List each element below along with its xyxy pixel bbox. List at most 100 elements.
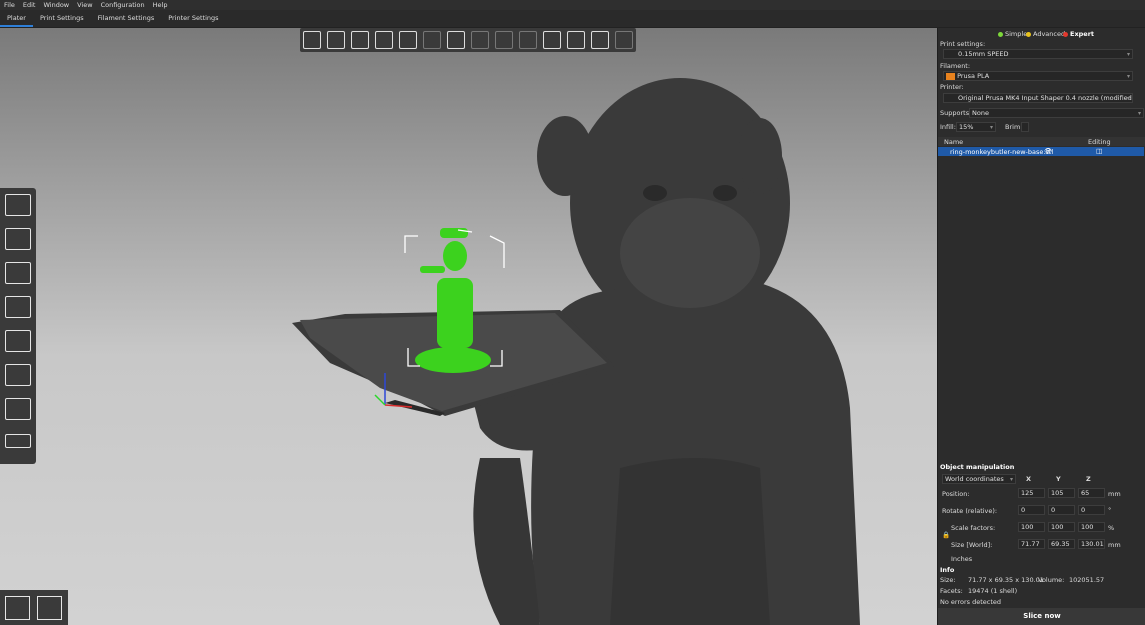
rotate-unit: ° <box>1108 506 1112 514</box>
mode-advanced[interactable]: Advanced <box>1026 30 1065 38</box>
lock-icon[interactable]: 🔒 <box>942 531 950 539</box>
rotate-icon[interactable] <box>5 262 31 284</box>
add-instance-icon[interactable] <box>447 31 465 49</box>
left-gizmo-toolbar <box>0 188 36 464</box>
menu-view[interactable]: View <box>73 1 96 9</box>
supports-select[interactable]: None ▾ <box>969 108 1144 118</box>
3d-viewport[interactable] <box>0 28 937 625</box>
info-size-value: 71.77 x 69.35 x 130.01 <box>968 576 1044 584</box>
remove-instance-icon[interactable] <box>471 31 489 49</box>
cut-icon[interactable] <box>5 330 31 352</box>
delete-all-icon[interactable] <box>351 31 369 49</box>
top-toolbar <box>300 28 636 52</box>
edit-icon[interactable]: ◫ <box>1096 147 1102 155</box>
scene <box>292 78 860 625</box>
mode-simple[interactable]: Simple <box>998 30 1027 38</box>
move-icon[interactable] <box>5 194 31 216</box>
rotate-label: Rotate (relative): <box>942 507 998 515</box>
info-facets-label: Facets: <box>940 587 963 595</box>
preview-icon[interactable] <box>37 596 62 620</box>
measure-icon[interactable] <box>5 434 31 448</box>
info-facets-value: 19474 (1 shell) <box>968 587 1018 595</box>
tab-filament-settings[interactable]: Filament Settings <box>91 10 162 27</box>
tab-print-settings[interactable]: Print Settings <box>33 10 91 27</box>
rotate-y[interactable]: 0 <box>1048 505 1075 515</box>
size-y[interactable]: 69.35 <box>1048 539 1075 549</box>
filament-select[interactable]: Prusa PLA ▾ <box>943 71 1133 81</box>
menu-file[interactable]: File <box>0 1 19 9</box>
3d-view-icon[interactable] <box>5 596 30 620</box>
rotate-z[interactable]: 0 <box>1078 505 1105 515</box>
fdm-supports-icon[interactable] <box>5 398 31 420</box>
col-name: Name <box>944 138 964 146</box>
undo-icon[interactable] <box>591 31 609 49</box>
x-axis-label: X <box>1026 475 1032 483</box>
search-icon[interactable] <box>543 31 561 49</box>
coordinates-select[interactable]: World coordinates ▾ <box>942 474 1016 484</box>
scale-icon[interactable] <box>5 228 31 250</box>
position-label: Position: <box>942 490 970 498</box>
tab-bar: Plater Print Settings Filament Settings … <box>0 10 1145 28</box>
copy-icon[interactable] <box>399 31 417 49</box>
position-y[interactable]: 105 <box>1048 488 1075 498</box>
size-z[interactable]: 130.01 <box>1078 539 1105 549</box>
menu-help[interactable]: Help <box>149 1 172 9</box>
menu-bar: File Edit Window View Configuration Help <box>0 0 1145 10</box>
brim-checkbox[interactable] <box>1021 122 1029 132</box>
object-name: ring-monkeybutler-new-base.stl <box>950 148 1054 156</box>
view-toggle <box>0 590 68 625</box>
print-settings-select[interactable]: 0.15mm SPEED ▾ <box>943 49 1133 59</box>
selected-model[interactable] <box>415 228 491 373</box>
info-volume-value: 102051.57 <box>1069 576 1105 584</box>
place-on-face-icon[interactable] <box>5 296 31 318</box>
scale-x[interactable]: 100 <box>1018 522 1045 532</box>
object-list-row[interactable]: ring-monkeybutler-new-base.stl 👁 ◫ <box>938 147 1144 156</box>
print-settings-label: Print settings: <box>940 40 986 48</box>
eye-icon[interactable]: 👁 <box>1044 147 1052 155</box>
menu-configuration[interactable]: Configuration <box>97 1 149 9</box>
size-unit: mm <box>1108 541 1121 549</box>
position-unit: mm <box>1108 490 1121 498</box>
printer-label: Printer: <box>940 83 964 91</box>
y-axis <box>374 394 386 406</box>
position-x[interactable]: 125 <box>1018 488 1045 498</box>
paste-icon[interactable] <box>423 31 441 49</box>
menu-edit[interactable]: Edit <box>19 1 40 9</box>
arrange-icon[interactable] <box>375 31 393 49</box>
tab-plater[interactable]: Plater <box>0 10 33 27</box>
size-label: Size [World]: <box>951 541 993 549</box>
object-manipulation-title: Object manipulation <box>940 463 1015 471</box>
right-sidebar: Simple Advanced Expert Print settings: 0… <box>937 28 1145 625</box>
split-parts-icon[interactable] <box>519 31 537 49</box>
scale-y[interactable]: 100 <box>1048 522 1075 532</box>
position-z[interactable]: 65 <box>1078 488 1105 498</box>
scale-label: Scale factors: <box>951 524 996 532</box>
scale-z[interactable]: 100 <box>1078 522 1105 532</box>
infill-label: Infill: <box>940 123 956 131</box>
supports-label: Supports: <box>940 109 972 117</box>
add-icon[interactable] <box>303 31 321 49</box>
printer-select[interactable]: Original Prusa MK4 Input Shaper 0.4 nozz… <box>943 93 1133 103</box>
infill-select[interactable]: 15% ▾ <box>956 122 996 132</box>
info-volume-label: Volume: <box>1038 576 1065 584</box>
info-errors: No errors detected <box>940 598 1002 606</box>
redo-icon[interactable] <box>615 31 633 49</box>
info-size-label: Size: <box>940 576 956 584</box>
size-x[interactable]: 71.77 <box>1018 539 1045 549</box>
rotate-x[interactable]: 0 <box>1018 505 1045 515</box>
filament-label: Filament: <box>940 62 971 70</box>
menu-window[interactable]: Window <box>39 1 73 9</box>
tab-printer-settings[interactable]: Printer Settings <box>161 10 225 27</box>
inches-checkbox-label[interactable]: Inches <box>951 555 972 563</box>
object-list-header: Name Editing <box>938 137 1145 146</box>
split-objects-icon[interactable] <box>495 31 513 49</box>
layers-editing-icon[interactable] <box>567 31 585 49</box>
slice-now-button[interactable]: Slice now <box>938 608 1145 625</box>
z-axis-label: Z <box>1086 475 1091 483</box>
y-axis-label: Y <box>1056 475 1061 483</box>
info-title: Info <box>940 566 955 574</box>
brim-label: Brim: <box>1005 123 1023 131</box>
delete-icon[interactable] <box>327 31 345 49</box>
paint-supports-icon[interactable] <box>5 364 31 386</box>
mode-expert[interactable]: Expert <box>1063 30 1094 38</box>
